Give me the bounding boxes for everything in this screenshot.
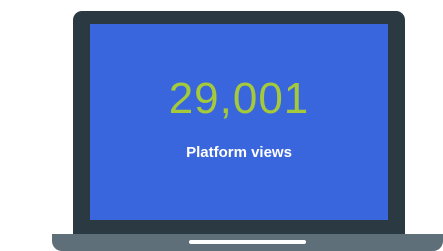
platform-views-label: Platform views (186, 144, 292, 161)
laptop-notch (189, 240, 306, 244)
platform-views-value: 29,001 (168, 74, 310, 123)
laptop-screen: 29,001 Platform views (90, 24, 388, 220)
laptop-base (52, 234, 443, 251)
